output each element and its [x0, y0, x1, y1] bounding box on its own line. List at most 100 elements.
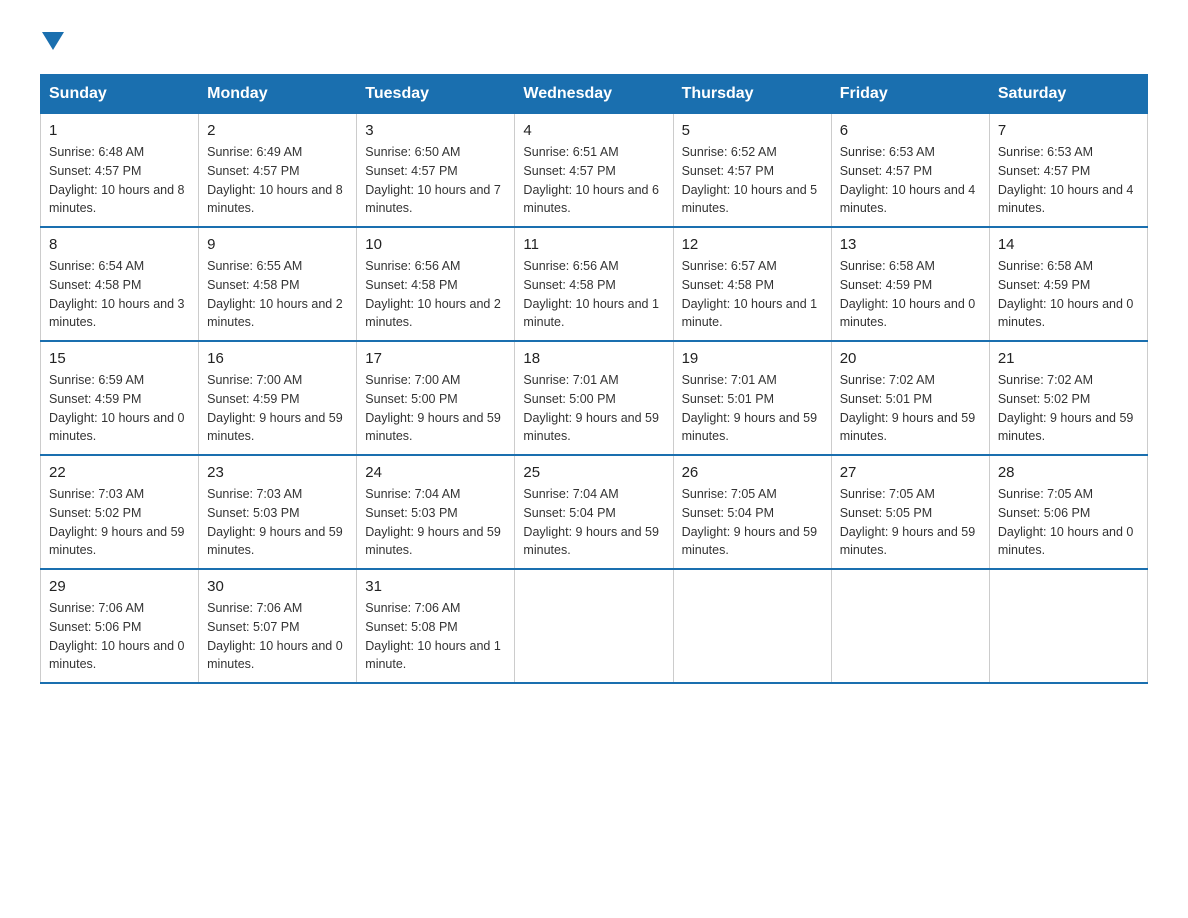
day-number: 15: [49, 350, 190, 367]
sunrise-text: Sunrise: 7:00 AM: [365, 373, 460, 387]
table-row: 11 Sunrise: 6:56 AM Sunset: 4:58 PM Dayl…: [515, 227, 673, 341]
sunset-text: Sunset: 4:59 PM: [998, 278, 1090, 292]
day-info: Sunrise: 6:56 AM Sunset: 4:58 PM Dayligh…: [523, 257, 664, 332]
sunrise-text: Sunrise: 6:56 AM: [365, 259, 460, 273]
day-number: 2: [207, 122, 348, 139]
daylight-text: Daylight: 10 hours and 0 minutes.: [998, 525, 1134, 558]
sunrise-text: Sunrise: 7:01 AM: [523, 373, 618, 387]
table-row: 13 Sunrise: 6:58 AM Sunset: 4:59 PM Dayl…: [831, 227, 989, 341]
day-info: Sunrise: 6:53 AM Sunset: 4:57 PM Dayligh…: [998, 143, 1139, 218]
daylight-text: Daylight: 10 hours and 2 minutes.: [365, 297, 501, 330]
day-info: Sunrise: 6:51 AM Sunset: 4:57 PM Dayligh…: [523, 143, 664, 218]
page-header: [40, 30, 1148, 54]
sunrise-text: Sunrise: 7:05 AM: [682, 487, 777, 501]
day-info: Sunrise: 7:01 AM Sunset: 5:01 PM Dayligh…: [682, 371, 823, 446]
col-monday: Monday: [199, 75, 357, 114]
day-number: 7: [998, 122, 1139, 139]
table-row: 26 Sunrise: 7:05 AM Sunset: 5:04 PM Dayl…: [673, 455, 831, 569]
table-row: 31 Sunrise: 7:06 AM Sunset: 5:08 PM Dayl…: [357, 569, 515, 683]
daylight-text: Daylight: 10 hours and 7 minutes.: [365, 183, 501, 216]
day-number: 31: [365, 578, 506, 595]
daylight-text: Daylight: 10 hours and 5 minutes.: [682, 183, 818, 216]
sunrise-text: Sunrise: 6:58 AM: [840, 259, 935, 273]
sunset-text: Sunset: 4:59 PM: [840, 278, 932, 292]
table-row: [831, 569, 989, 683]
sunset-text: Sunset: 5:00 PM: [365, 392, 457, 406]
daylight-text: Daylight: 10 hours and 8 minutes.: [207, 183, 343, 216]
table-row: 27 Sunrise: 7:05 AM Sunset: 5:05 PM Dayl…: [831, 455, 989, 569]
day-number: 19: [682, 350, 823, 367]
table-row: 28 Sunrise: 7:05 AM Sunset: 5:06 PM Dayl…: [989, 455, 1147, 569]
daylight-text: Daylight: 9 hours and 59 minutes.: [523, 525, 659, 558]
day-info: Sunrise: 7:04 AM Sunset: 5:03 PM Dayligh…: [365, 485, 506, 560]
daylight-text: Daylight: 10 hours and 2 minutes.: [207, 297, 343, 330]
col-saturday: Saturday: [989, 75, 1147, 114]
day-number: 21: [998, 350, 1139, 367]
day-info: Sunrise: 6:55 AM Sunset: 4:58 PM Dayligh…: [207, 257, 348, 332]
daylight-text: Daylight: 9 hours and 59 minutes.: [840, 525, 976, 558]
table-row: 25 Sunrise: 7:04 AM Sunset: 5:04 PM Dayl…: [515, 455, 673, 569]
sunrise-text: Sunrise: 6:54 AM: [49, 259, 144, 273]
day-number: 17: [365, 350, 506, 367]
table-row: 8 Sunrise: 6:54 AM Sunset: 4:58 PM Dayli…: [41, 227, 199, 341]
sunset-text: Sunset: 4:57 PM: [207, 164, 299, 178]
sunrise-text: Sunrise: 6:57 AM: [682, 259, 777, 273]
day-number: 22: [49, 464, 190, 481]
sunrise-text: Sunrise: 7:05 AM: [840, 487, 935, 501]
day-info: Sunrise: 6:54 AM Sunset: 4:58 PM Dayligh…: [49, 257, 190, 332]
day-number: 29: [49, 578, 190, 595]
daylight-text: Daylight: 10 hours and 1 minute.: [682, 297, 818, 330]
table-row: 6 Sunrise: 6:53 AM Sunset: 4:57 PM Dayli…: [831, 114, 989, 228]
table-row: 18 Sunrise: 7:01 AM Sunset: 5:00 PM Dayl…: [515, 341, 673, 455]
sunrise-text: Sunrise: 7:03 AM: [49, 487, 144, 501]
sunset-text: Sunset: 4:59 PM: [49, 392, 141, 406]
day-info: Sunrise: 6:53 AM Sunset: 4:57 PM Dayligh…: [840, 143, 981, 218]
calendar-body: 1 Sunrise: 6:48 AM Sunset: 4:57 PM Dayli…: [41, 114, 1148, 684]
table-row: 10 Sunrise: 6:56 AM Sunset: 4:58 PM Dayl…: [357, 227, 515, 341]
day-number: 16: [207, 350, 348, 367]
table-row: 30 Sunrise: 7:06 AM Sunset: 5:07 PM Dayl…: [199, 569, 357, 683]
daylight-text: Daylight: 10 hours and 4 minutes.: [998, 183, 1134, 216]
sunrise-text: Sunrise: 7:06 AM: [365, 601, 460, 615]
sunrise-text: Sunrise: 6:56 AM: [523, 259, 618, 273]
col-sunday: Sunday: [41, 75, 199, 114]
day-info: Sunrise: 6:59 AM Sunset: 4:59 PM Dayligh…: [49, 371, 190, 446]
table-row: 21 Sunrise: 7:02 AM Sunset: 5:02 PM Dayl…: [989, 341, 1147, 455]
col-wednesday: Wednesday: [515, 75, 673, 114]
day-number: 28: [998, 464, 1139, 481]
daylight-text: Daylight: 9 hours and 59 minutes.: [365, 525, 501, 558]
daylight-text: Daylight: 10 hours and 0 minutes.: [998, 297, 1134, 330]
day-info: Sunrise: 6:48 AM Sunset: 4:57 PM Dayligh…: [49, 143, 190, 218]
sunrise-text: Sunrise: 6:58 AM: [998, 259, 1093, 273]
daylight-text: Daylight: 9 hours and 59 minutes.: [998, 411, 1134, 444]
logo-triangle-icon: [42, 32, 64, 54]
daylight-text: Daylight: 9 hours and 59 minutes.: [49, 525, 185, 558]
day-number: 30: [207, 578, 348, 595]
sunrise-text: Sunrise: 7:01 AM: [682, 373, 777, 387]
day-info: Sunrise: 7:05 AM Sunset: 5:05 PM Dayligh…: [840, 485, 981, 560]
table-row: 4 Sunrise: 6:51 AM Sunset: 4:57 PM Dayli…: [515, 114, 673, 228]
day-number: 9: [207, 236, 348, 253]
table-row: 20 Sunrise: 7:02 AM Sunset: 5:01 PM Dayl…: [831, 341, 989, 455]
sunset-text: Sunset: 4:57 PM: [523, 164, 615, 178]
day-info: Sunrise: 6:49 AM Sunset: 4:57 PM Dayligh…: [207, 143, 348, 218]
sunrise-text: Sunrise: 7:02 AM: [840, 373, 935, 387]
day-number: 13: [840, 236, 981, 253]
day-number: 23: [207, 464, 348, 481]
sunset-text: Sunset: 4:57 PM: [998, 164, 1090, 178]
table-row: 29 Sunrise: 7:06 AM Sunset: 5:06 PM Dayl…: [41, 569, 199, 683]
daylight-text: Daylight: 9 hours and 59 minutes.: [523, 411, 659, 444]
day-info: Sunrise: 6:56 AM Sunset: 4:58 PM Dayligh…: [365, 257, 506, 332]
sunset-text: Sunset: 5:01 PM: [840, 392, 932, 406]
day-info: Sunrise: 6:57 AM Sunset: 4:58 PM Dayligh…: [682, 257, 823, 332]
sunset-text: Sunset: 5:07 PM: [207, 620, 299, 634]
day-info: Sunrise: 7:00 AM Sunset: 5:00 PM Dayligh…: [365, 371, 506, 446]
table-row: 1 Sunrise: 6:48 AM Sunset: 4:57 PM Dayli…: [41, 114, 199, 228]
day-number: 24: [365, 464, 506, 481]
sunrise-text: Sunrise: 7:06 AM: [207, 601, 302, 615]
table-row: 23 Sunrise: 7:03 AM Sunset: 5:03 PM Dayl…: [199, 455, 357, 569]
calendar-week-row: 15 Sunrise: 6:59 AM Sunset: 4:59 PM Dayl…: [41, 341, 1148, 455]
sunset-text: Sunset: 4:57 PM: [840, 164, 932, 178]
sunset-text: Sunset: 4:58 PM: [523, 278, 615, 292]
day-number: 1: [49, 122, 190, 139]
